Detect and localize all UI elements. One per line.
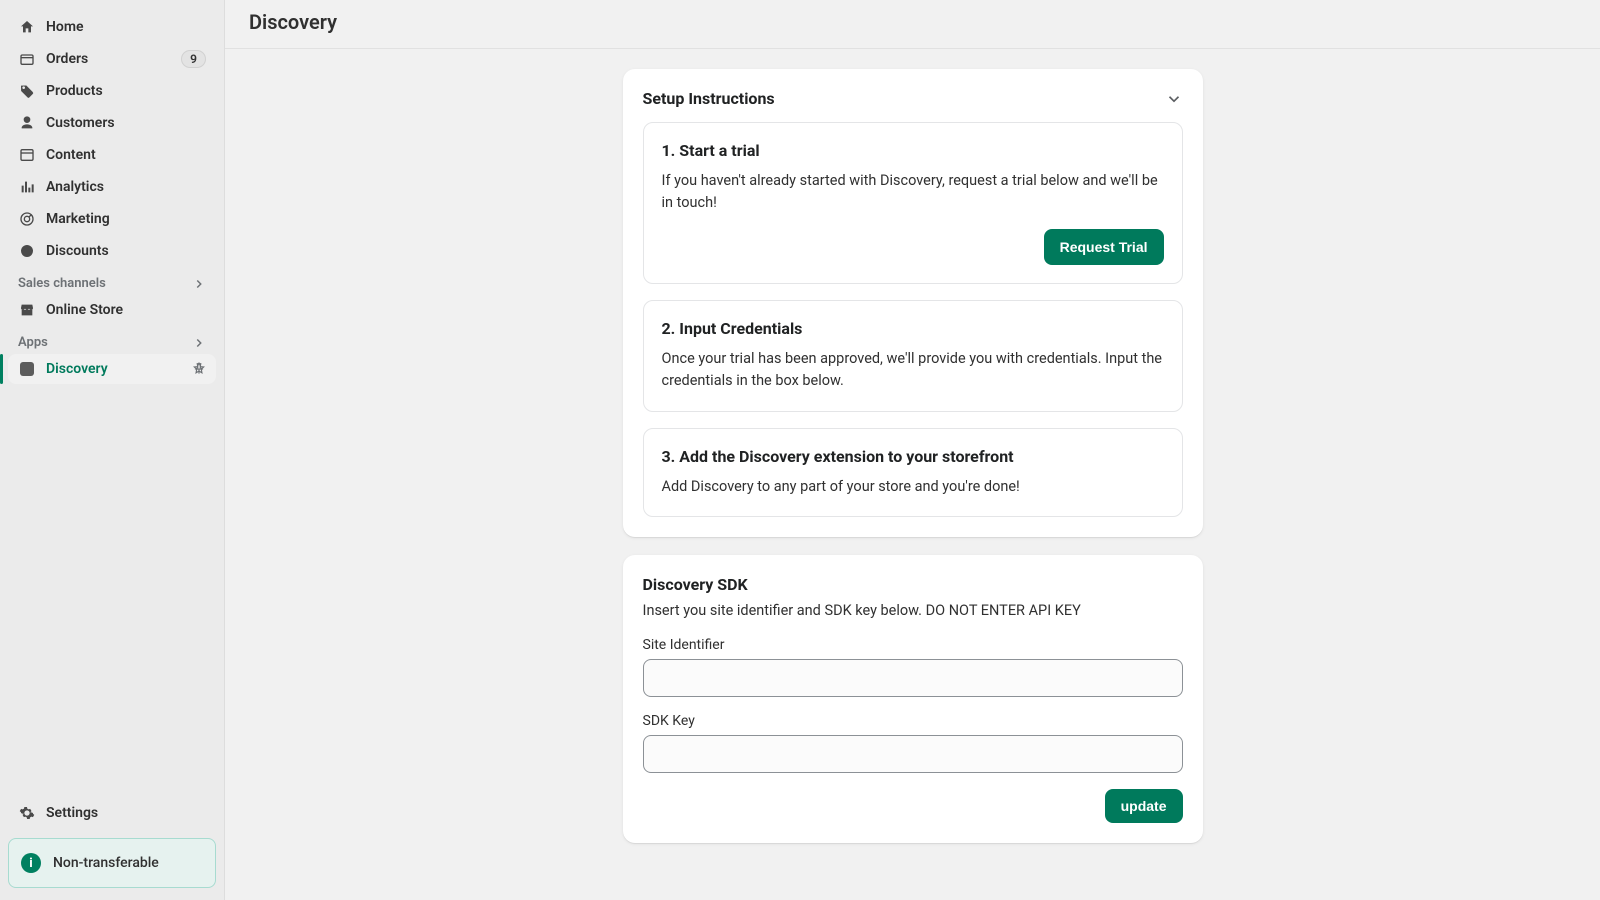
card-title: Discovery SDK xyxy=(643,575,1183,594)
discounts-icon xyxy=(18,242,36,260)
sidebar-item-discounts[interactable]: Discounts xyxy=(8,236,216,266)
orders-badge: 9 xyxy=(181,50,206,68)
callout-non-transferable[interactable]: i Non-transferable xyxy=(8,838,216,888)
callout-label: Non-transferable xyxy=(53,855,159,871)
setup-step-1: 1. Start a trial If you haven't already … xyxy=(643,122,1183,284)
gear-icon xyxy=(18,804,36,822)
sidebar-item-label: Discovery xyxy=(46,361,108,377)
orders-icon xyxy=(18,50,36,68)
sidebar-item-label: Orders xyxy=(46,51,88,67)
site-identifier-input[interactable] xyxy=(643,659,1183,697)
sidebar-item-label: Home xyxy=(46,19,84,35)
sdk-key-label: SDK Key xyxy=(643,713,1183,729)
sidebar-item-label: Marketing xyxy=(46,211,110,227)
card-title: Setup Instructions xyxy=(643,89,775,108)
chevron-right-icon xyxy=(192,277,206,291)
request-trial-button[interactable]: Request Trial xyxy=(1044,229,1164,265)
sidebar-item-settings[interactable]: Settings xyxy=(8,798,216,828)
sidebar-section-sales-channels[interactable]: Sales channels xyxy=(8,268,216,295)
site-identifier-label: Site Identifier xyxy=(643,637,1183,653)
step-text: Add Discovery to any part of your store … xyxy=(662,476,1164,498)
info-icon: i xyxy=(21,853,41,873)
pin-icon[interactable] xyxy=(192,362,206,376)
analytics-icon xyxy=(18,178,36,196)
step-title: 2. Input Credentials xyxy=(662,319,1164,338)
sidebar: Home Orders 9 Products Customers xyxy=(0,0,225,900)
sidebar-item-analytics[interactable]: Analytics xyxy=(8,172,216,202)
step-title: 3. Add the Discovery extension to your s… xyxy=(662,447,1164,466)
chevron-down-icon[interactable] xyxy=(1165,90,1183,108)
section-label: Apps xyxy=(18,335,48,350)
sidebar-section-apps[interactable]: Apps xyxy=(8,327,216,354)
sidebar-item-products[interactable]: Products xyxy=(8,76,216,106)
app-icon xyxy=(18,360,36,378)
update-button[interactable]: update xyxy=(1105,789,1183,823)
home-icon xyxy=(18,18,36,36)
sidebar-item-label: Analytics xyxy=(46,179,104,195)
marketing-icon xyxy=(18,210,36,228)
step-title: 1. Start a trial xyxy=(662,141,1164,160)
sidebar-item-label: Products xyxy=(46,83,103,99)
store-icon xyxy=(18,301,36,319)
setup-step-2: 2. Input Credentials Once your trial has… xyxy=(643,300,1183,412)
sidebar-item-label: Customers xyxy=(46,115,115,131)
step-text: If you haven't already started with Disc… xyxy=(662,170,1164,215)
section-label: Sales channels xyxy=(18,276,106,291)
sidebar-item-marketing[interactable]: Marketing xyxy=(8,204,216,234)
content: Setup Instructions 1. Start a trial If y… xyxy=(225,49,1600,900)
customers-icon xyxy=(18,114,36,132)
sidebar-item-label: Content xyxy=(46,147,96,163)
page-header: Discovery xyxy=(225,0,1600,49)
sidebar-item-label: Settings xyxy=(46,805,98,821)
sdk-key-input[interactable] xyxy=(643,735,1183,773)
products-icon xyxy=(18,82,36,100)
sidebar-item-home[interactable]: Home xyxy=(8,12,216,42)
card-discovery-sdk: Discovery SDK Insert you site identifier… xyxy=(623,555,1203,843)
page-title: Discovery xyxy=(249,10,1576,34)
sidebar-item-label: Discounts xyxy=(46,243,109,259)
sidebar-item-orders[interactable]: Orders 9 xyxy=(8,44,216,74)
sdk-description: Insert you site identifier and SDK key b… xyxy=(643,602,1183,619)
setup-step-3: 3. Add the Discovery extension to your s… xyxy=(643,428,1183,517)
main: Discovery Setup Instructions 1. Start a … xyxy=(225,0,1600,900)
chevron-right-icon xyxy=(192,336,206,350)
card-setup-instructions: Setup Instructions 1. Start a trial If y… xyxy=(623,69,1203,537)
content-icon xyxy=(18,146,36,164)
sidebar-item-customers[interactable]: Customers xyxy=(8,108,216,138)
step-text: Once your trial has been approved, we'll… xyxy=(662,348,1164,393)
sidebar-item-online-store[interactable]: Online Store xyxy=(8,295,216,325)
sidebar-item-label: Online Store xyxy=(46,302,123,318)
sidebar-item-discovery[interactable]: Discovery xyxy=(8,354,216,384)
sidebar-item-content[interactable]: Content xyxy=(8,140,216,170)
